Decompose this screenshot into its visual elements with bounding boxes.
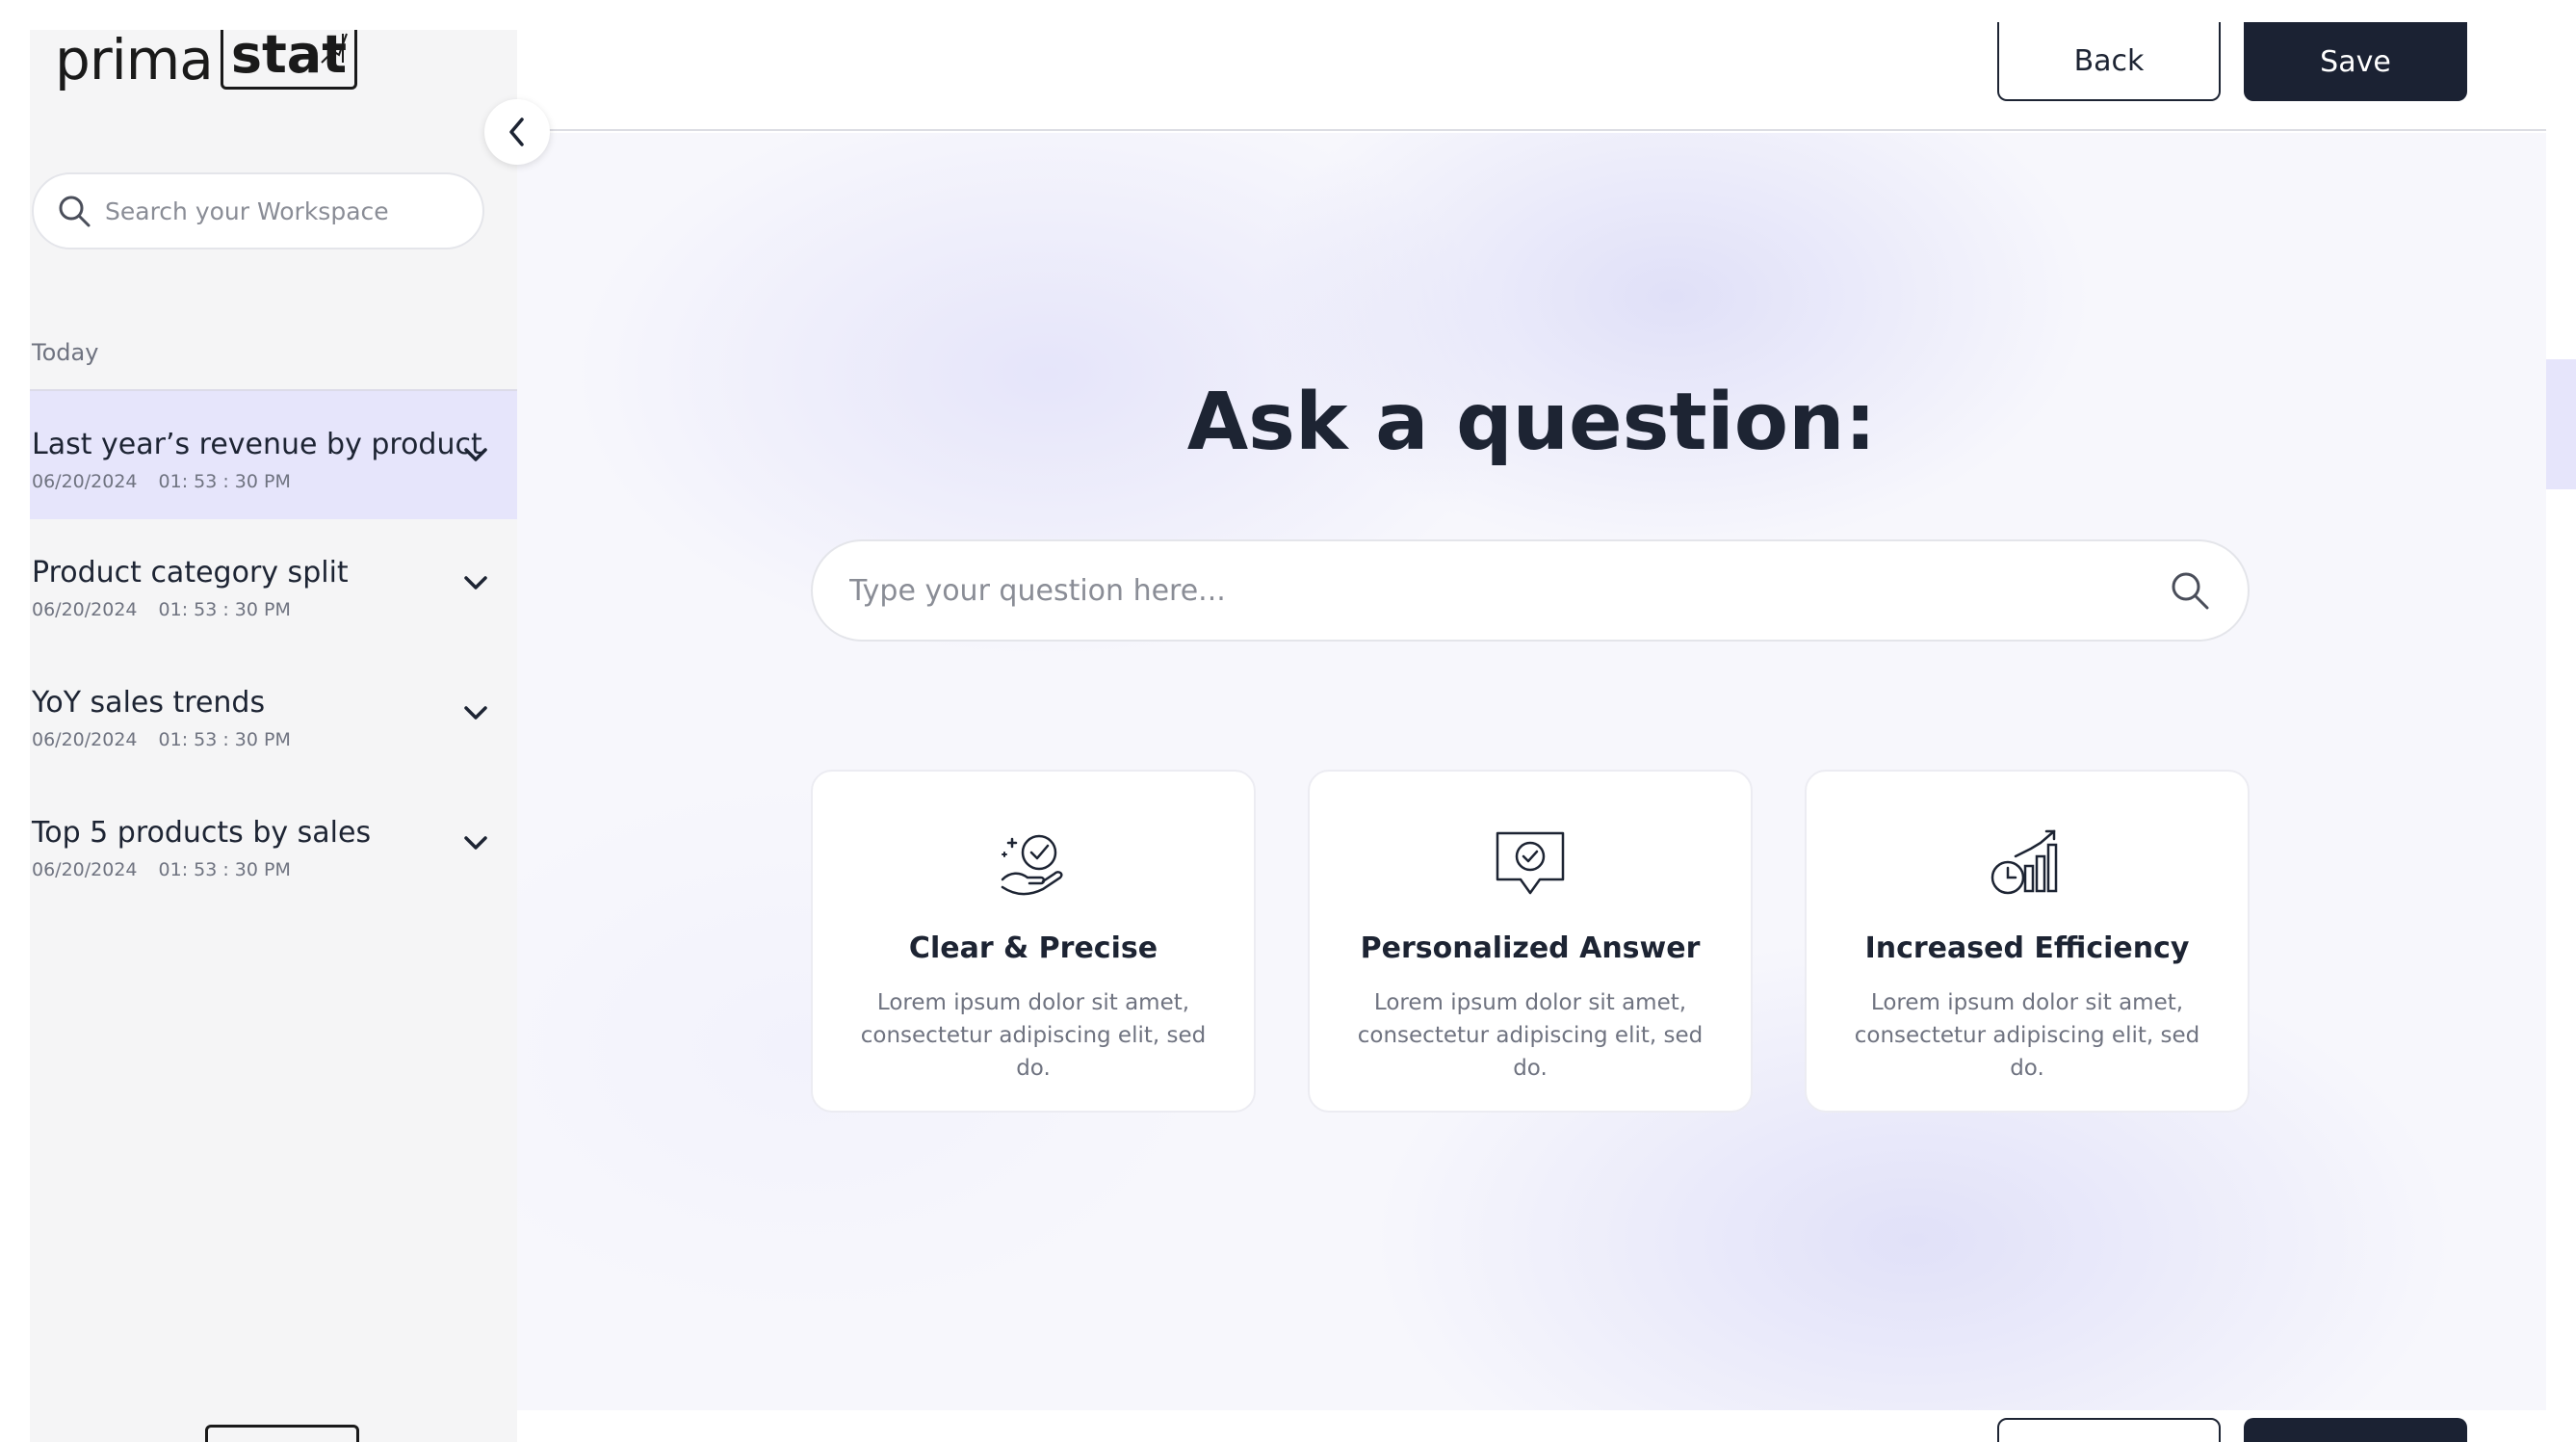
chevron-down-icon[interactable] xyxy=(461,833,490,852)
history-item-time: 01: 53 : 30 PM xyxy=(158,471,291,492)
history-item-time: 01: 53 : 30 PM xyxy=(158,729,291,750)
history-item-date: 06/20/2024 xyxy=(32,859,138,880)
feature-cards: Clear & Precise Lorem ipsum dolor sit am… xyxy=(811,770,2250,1113)
question-input[interactable] xyxy=(849,573,2169,608)
history-item-time: 01: 53 : 30 PM xyxy=(158,859,291,880)
ghost-back-button xyxy=(1997,1418,2221,1442)
chevron-down-icon[interactable] xyxy=(461,445,490,464)
question-box[interactable] xyxy=(811,539,2250,642)
chevron-down-icon[interactable] xyxy=(461,573,490,592)
search-icon xyxy=(59,196,91,227)
ghost-save-button xyxy=(2244,1418,2467,1442)
feature-card: Personalized Answer Lorem ipsum dolor si… xyxy=(1308,770,1753,1113)
history-item-timestamp: 06/20/2024 01: 53 : 30 PM xyxy=(32,859,517,880)
feature-card-description: Lorem ipsum dolor sit amet, consectetur … xyxy=(1357,990,1704,1081)
history-item[interactable]: YoY sales trends 06/20/2024 01: 53 : 30 … xyxy=(30,649,517,779)
chat-check-icon xyxy=(1496,831,1565,895)
history-item[interactable]: Last year’s revenue by product 06/20/202… xyxy=(30,389,517,519)
history-item-title: YoY sales trends xyxy=(32,686,266,720)
logo: prima stat xyxy=(55,30,358,92)
search-icon[interactable] xyxy=(2169,569,2211,612)
clock-chart-icon xyxy=(1991,829,2058,895)
main-panel: Back Save Ask a question: Clear & Pre xyxy=(517,22,2546,1412)
workspace-search[interactable] xyxy=(32,172,484,249)
history-item-date: 06/20/2024 xyxy=(32,599,138,620)
right-edge-top xyxy=(2546,30,2576,359)
history-item-timestamp: 06/20/2024 01: 53 : 30 PM xyxy=(32,729,517,750)
logo-box: stat xyxy=(220,30,358,90)
chevron-down-icon[interactable] xyxy=(461,703,490,722)
back-button[interactable]: Back xyxy=(1997,22,2221,101)
chevron-left-icon xyxy=(509,118,524,146)
feature-card-title: Increased Efficiency xyxy=(1864,931,2190,965)
logo-text-left: prima xyxy=(55,30,214,92)
history-item-date: 06/20/2024 xyxy=(32,729,138,750)
collapse-sidebar-button[interactable] xyxy=(484,99,550,165)
bottom-overlap-bar xyxy=(517,1412,2546,1442)
top-bar: Back Save xyxy=(517,22,2546,131)
history-item-title: Top 5 products by sales xyxy=(32,816,372,850)
history-list: Last year’s revenue by product 06/20/202… xyxy=(30,389,517,909)
history-item-title: Product category split xyxy=(32,556,349,590)
history-item[interactable]: Top 5 products by sales 06/20/2024 01: 5… xyxy=(30,779,517,909)
sidebar: prima stat Today Last year’s revenue by … xyxy=(30,30,517,1442)
feature-card-description: Lorem ipsum dolor sit amet, consectetur … xyxy=(1854,990,2200,1081)
feature-card-description: Lorem ipsum dolor sit amet, consectetur … xyxy=(860,990,1207,1081)
hand-check-icon xyxy=(1001,834,1063,896)
feature-card: Increased Efficiency Lorem ipsum dolor s… xyxy=(1805,770,2250,1113)
feature-card-title: Clear & Precise xyxy=(908,931,1158,965)
history-item-title: Last year’s revenue by product xyxy=(32,428,482,461)
ghost-logo xyxy=(205,1425,359,1442)
feature-card-title: Personalized Answer xyxy=(1360,931,1701,965)
history-item-date: 06/20/2024 xyxy=(32,471,138,492)
history-item[interactable]: Product category split 06/20/2024 01: 53… xyxy=(30,519,517,649)
history-item-timestamp: 06/20/2024 01: 53 : 30 PM xyxy=(32,599,517,620)
workspace-search-input[interactable] xyxy=(105,197,452,225)
history-item-timestamp: 06/20/2024 01: 53 : 30 PM xyxy=(32,471,517,492)
section-label-today: Today xyxy=(32,339,99,366)
right-edge-highlight xyxy=(2546,359,2576,489)
page-title: Ask a question: xyxy=(1186,377,1877,468)
save-button[interactable]: Save xyxy=(2244,22,2467,101)
history-item-time: 01: 53 : 30 PM xyxy=(158,599,291,620)
logo-chart-icon xyxy=(321,33,348,64)
feature-card: Clear & Precise Lorem ipsum dolor sit am… xyxy=(811,770,1256,1113)
